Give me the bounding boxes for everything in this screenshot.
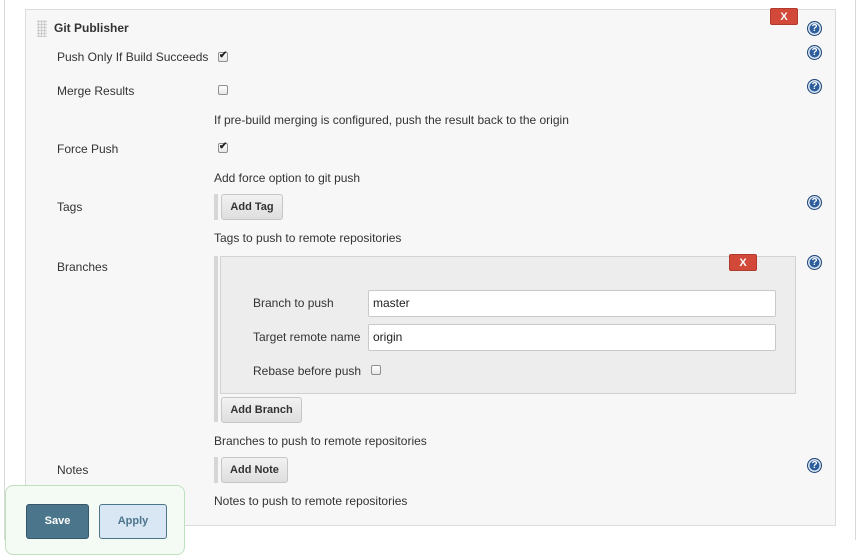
rebase-before-push-label: Rebase before push [253, 364, 362, 378]
notes-description: Notes to push to remote repositories [214, 494, 408, 508]
help-icon-section[interactable]: ? [807, 21, 822, 36]
merge-results-description: If pre-build merging is configured, push… [214, 113, 569, 127]
drag-handle-icon[interactable] [37, 20, 47, 37]
push-only-if-success-label: Push Only If Build Succeeds [57, 50, 209, 64]
help-icon-push-only[interactable]: ? [807, 45, 822, 60]
notes-bar [214, 457, 218, 483]
help-glyph: ? [811, 460, 818, 471]
target-remote-name-label: Target remote name [253, 330, 361, 344]
help-glyph: ? [811, 197, 818, 208]
help-glyph: ? [811, 47, 818, 58]
target-remote-name-input[interactable]: origin [368, 324, 776, 351]
help-icon-tags[interactable]: ? [807, 195, 822, 210]
branch-to-push-label: Branch to push [253, 296, 334, 310]
help-glyph: ? [811, 81, 818, 92]
force-push-checkbox[interactable]: ✔ [218, 141, 228, 153]
rebase-before-push-checkbox[interactable] [371, 365, 381, 375]
branch-to-push-input[interactable]: master [368, 290, 776, 317]
branches-label: Branches [57, 260, 108, 274]
merge-results-label: Merge Results [57, 84, 135, 98]
delete-section-button[interactable]: X [770, 8, 798, 25]
branches-description: Branches to push to remote repositories [214, 434, 427, 448]
add-tag-button[interactable]: Add Tag [221, 194, 283, 220]
apply-button[interactable]: Apply [99, 504, 167, 539]
help-icon-branches[interactable]: ? [807, 255, 822, 270]
force-push-description: Add force option to git push [214, 171, 361, 185]
branches-bar [214, 256, 218, 422]
section-title: Git Publisher [54, 21, 129, 35]
tags-bar [214, 194, 218, 220]
add-branch-button[interactable]: Add Branch [221, 397, 302, 423]
help-icon-notes[interactable]: ? [807, 458, 822, 473]
tags-label: Tags [57, 200, 83, 214]
save-button[interactable]: Save [26, 504, 89, 539]
delete-branch-button[interactable]: X [729, 254, 757, 271]
help-glyph: ? [811, 23, 818, 34]
help-icon-merge-results[interactable]: ? [807, 79, 822, 94]
push-only-if-success-checkbox[interactable]: ✔ [218, 50, 228, 62]
check-icon: ✔ [219, 50, 228, 61]
notes-label: Notes [57, 463, 89, 477]
force-push-label: Force Push [57, 142, 119, 156]
add-note-button[interactable]: Add Note [221, 457, 288, 483]
check-icon: ✔ [219, 141, 228, 152]
tags-description: Tags to push to remote repositories [214, 231, 402, 245]
help-glyph: ? [811, 257, 818, 268]
merge-results-checkbox[interactable] [218, 85, 228, 95]
